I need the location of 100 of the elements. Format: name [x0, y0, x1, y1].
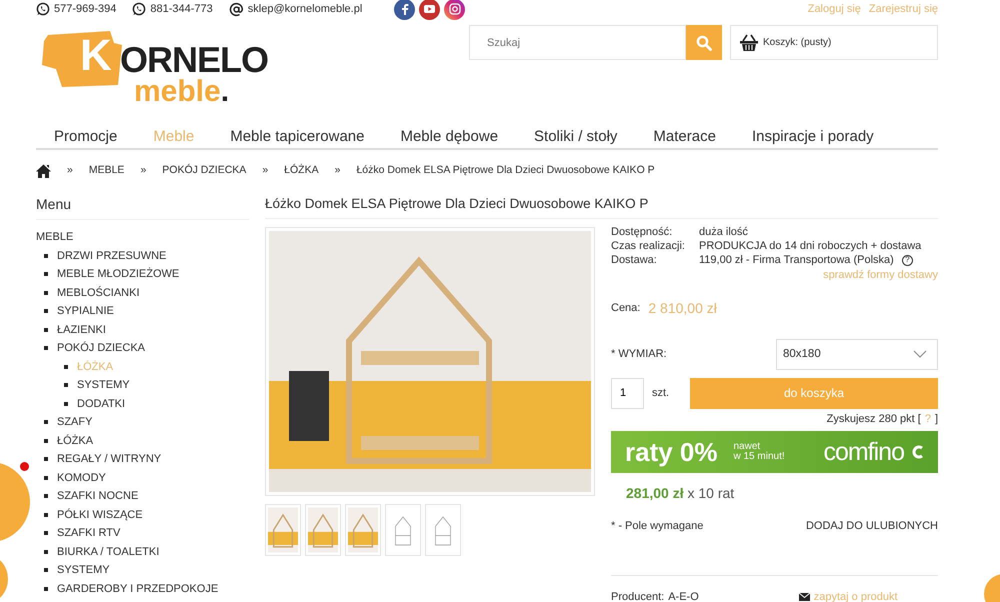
help-icon[interactable]: ? [902, 254, 913, 266]
banner-subtext: w 15 minut! [734, 452, 785, 463]
thumbnail-photo [348, 507, 378, 554]
bullet-icon [44, 586, 48, 591]
play-icon [424, 5, 436, 13]
bullet-icon [44, 254, 48, 258]
breadcrumb-link[interactable]: POKÓJ DZIECKA [162, 163, 246, 179]
phone-number: 577-969-394 [54, 2, 116, 17]
bullet-icon [44, 290, 48, 295]
camera-icon [448, 3, 461, 15]
quantity-field[interactable]: 1 [611, 378, 644, 409]
envelope-icon [798, 593, 810, 601]
installment-amount: 281,00 zł x 10 rat [626, 484, 736, 504]
phone-icon [132, 2, 146, 16]
nav-link[interactable]: Inspiracje i porady [734, 126, 892, 148]
breadcrumb-separator: » [262, 163, 268, 178]
menu-item[interactable]: BIURKA / TOALETKI [57, 542, 160, 561]
option-label: * WYMIAR: [611, 347, 667, 362]
bullet-icon [64, 402, 68, 406]
menu-item[interactable]: SZAFY [57, 413, 92, 432]
bullet-icon [44, 346, 48, 350]
bullet-icon [44, 420, 48, 424]
bullet-icon [44, 512, 48, 517]
search-field[interactable]: Szukaj [469, 25, 686, 60]
breadcrumb-separator: » [140, 163, 146, 178]
bullet-icon [44, 550, 48, 554]
menu-item[interactable]: GARDEROBY I PRZEDPOKOJE [57, 580, 218, 598]
logo-tagline: meble. [134, 77, 230, 107]
menu-category[interactable]: MEBLE [36, 228, 249, 246]
youtube-icon[interactable] [419, 0, 440, 20]
nav-link[interactable]: Stoliki / stoły [516, 126, 636, 148]
bullet-icon [44, 438, 48, 443]
notification-dot [20, 462, 29, 471]
instagram-icon[interactable] [444, 0, 466, 20]
nav-link[interactable]: Materace [635, 126, 734, 148]
breadcrumb-separator: » [334, 163, 340, 178]
unit-label: szt. [652, 386, 670, 401]
product-thumbnail[interactable] [425, 504, 461, 556]
phone-number: 881-344-773 [150, 2, 213, 17]
brand-name: comfino [823, 436, 904, 468]
menu-item[interactable]: SYPIALNIE [57, 302, 114, 320]
detail-label: Dostępność: [611, 225, 674, 240]
size-dropdown[interactable]: 80x180 [776, 338, 938, 370]
brand-mark-icon [912, 444, 924, 460]
menu-item[interactable]: DRZWI PRZESUWNE [57, 246, 166, 265]
product-thumbnail[interactable] [345, 504, 381, 556]
sidebar-title: Menu [36, 194, 249, 220]
bullet-icon [64, 383, 68, 388]
menu-item[interactable]: PÓŁKI WISZĄCE [57, 506, 143, 524]
detail-label: Dostawa: [611, 253, 658, 268]
detail-label: Czas realizacji: [611, 239, 686, 254]
thumbnail-photo [308, 507, 338, 554]
detail-value: duża ilość [699, 225, 748, 240]
menu-item[interactable]: SYSTEMY [77, 376, 130, 394]
bullet-icon [44, 568, 48, 572]
f-glyph-icon [400, 3, 409, 15]
detail-value: 119,00 zł - Firma Transportowa (Polska) [699, 253, 894, 268]
producer-name: A-E-O [668, 590, 699, 602]
product-thumbnail[interactable] [385, 504, 421, 556]
menu-item[interactable]: SZAFKI NOCNE [57, 487, 138, 506]
bullet-icon [44, 531, 48, 536]
basket-icon [739, 34, 759, 52]
breadcrumb-current: Łóżko Domek ELSA Piętrowe Dla Dzieci Dwuosobowe KAIKO P [356, 163, 655, 178]
menu-item[interactable]: MEBLOŚCIANKI [57, 284, 140, 302]
email-icon [228, 2, 244, 16]
search-icon [696, 34, 712, 50]
price-label: Cena: [611, 301, 640, 316]
breadcrumb-link[interactable]: MEBLE [88, 163, 124, 179]
producer-label: Producent: [611, 590, 664, 602]
bullet-icon [44, 272, 48, 276]
thumbnail-photo [268, 507, 298, 554]
email-link[interactable]: sklep@kornelomeble.pl [248, 0, 362, 18]
search-button[interactable] [686, 25, 722, 60]
bullet-icon [44, 494, 48, 498]
menu-item[interactable]: DODATKI [77, 394, 126, 413]
logo-initial: K [80, 31, 112, 81]
menu-item[interactable]: ŁÓŻKA [57, 432, 94, 450]
points-text: Zyskujesz 280 pkt [ [826, 412, 921, 427]
nav-link[interactable]: Meble tapicerowane [212, 126, 382, 148]
facebook-icon[interactable] [394, 0, 416, 20]
phone-icon [36, 2, 50, 16]
nav-link[interactable]: Meble dębowe [382, 126, 516, 148]
cart-button[interactable]: Koszyk: (pusty) [730, 25, 938, 60]
menu-item[interactable]: REGAŁY / WITRYNY [57, 450, 162, 468]
breadcrumb-link[interactable]: ŁÓŻKA [284, 163, 319, 179]
bullet-icon [44, 476, 48, 480]
menu-item[interactable]: ŁAZIENKI [57, 320, 106, 339]
home-icon[interactable] [36, 164, 51, 178]
favorite-link[interactable]: DODAJ DO ULUBIONYCH [806, 518, 938, 535]
menu-item[interactable]: MEBLE MŁODZIEŻOWE [57, 265, 180, 284]
breadcrumb-separator: » [67, 163, 73, 178]
menu-item[interactable]: KOMODY [57, 468, 106, 487]
nav-link[interactable]: Promocje [36, 126, 136, 148]
product-thumbnail[interactable] [305, 504, 341, 556]
banner-subtext: nawet [734, 442, 760, 452]
menu-item[interactable]: SYSTEMY [57, 561, 110, 580]
product-title: Łóżko Domek ELSA Piętrowe Dla Dzieci Dwuosobowe KAIKO P [265, 194, 938, 220]
menu-item[interactable]: SZAFKI RTV [57, 524, 120, 542]
menu-item[interactable]: POKÓJ DZIECKA [57, 339, 146, 358]
product-thumbnail[interactable] [265, 504, 301, 556]
